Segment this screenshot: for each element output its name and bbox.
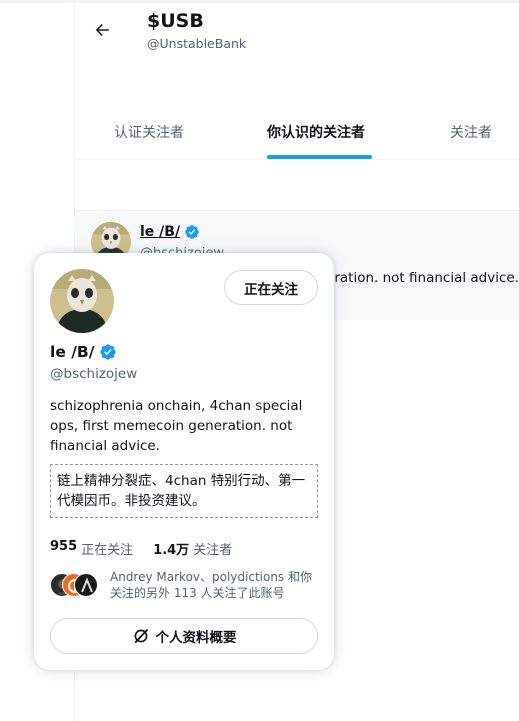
list-item-name[interactable]: le /B/: [140, 224, 200, 240]
following-stat[interactable]: 955 正在关注: [50, 539, 133, 558]
tab-verified-followers[interactable]: 认证关注者: [114, 122, 184, 142]
list-item-name-text: le /B/: [140, 224, 181, 240]
hover-card-name-text: le /B/: [50, 343, 95, 361]
mutual-followers-text[interactable]: Andrey Markov、polydictions 和你关注的另外 113 人…: [110, 569, 322, 601]
following-count: 955: [50, 539, 78, 554]
hover-card-avatar[interactable]: [50, 269, 114, 333]
follow-stats: 955 正在关注 1.4万 关注者: [50, 539, 232, 558]
verified-badge-icon: [100, 344, 117, 360]
avatar: [74, 573, 98, 597]
top-divider: [0, 0, 519, 3]
hover-card-bio: schizophrenia onchain, 4chan special ops…: [50, 398, 303, 454]
followers-label: 关注者: [193, 543, 233, 558]
following-button[interactable]: 正在关注: [224, 270, 318, 305]
hover-card-name[interactable]: le /B/: [50, 343, 117, 361]
bio-translation: 链上精神分裂症、4chan 特别行动、第一代模因币。非投资建议。: [50, 464, 318, 518]
profile-summary-label: 个人资料概要: [155, 630, 237, 646]
tabs-divider: [75, 159, 519, 160]
tab-followers[interactable]: 关注者: [450, 122, 492, 142]
followers-stat[interactable]: 1.4万 关注者: [153, 539, 232, 558]
grok-slash-icon: [134, 629, 148, 643]
profile-summary-button[interactable]: 个人资料概要: [50, 618, 318, 654]
row-divider: [75, 210, 519, 211]
following-label: 正在关注: [81, 543, 134, 558]
page-title: $USB: [147, 10, 204, 32]
tab-followers-you-know[interactable]: 你认识的关注者: [267, 122, 365, 142]
page: $USB @UnstableBank 认证关注者 你认识的关注者 关注者 le …: [0, 0, 519, 721]
hover-card-handle[interactable]: @bschizojew: [50, 366, 137, 382]
followers-count: 1.4万: [153, 543, 190, 558]
back-arrow-icon: [95, 24, 109, 36]
verified-badge-icon: [185, 225, 199, 239]
profile-hover-card: 正在关注 le /B/ @bschizojew schizophrenia on…: [34, 253, 334, 670]
page-handle: @UnstableBank: [147, 36, 247, 51]
owl-avatar-image: [50, 269, 114, 333]
mutual-followers-avatars[interactable]: [50, 573, 100, 598]
back-button[interactable]: [84, 12, 120, 48]
